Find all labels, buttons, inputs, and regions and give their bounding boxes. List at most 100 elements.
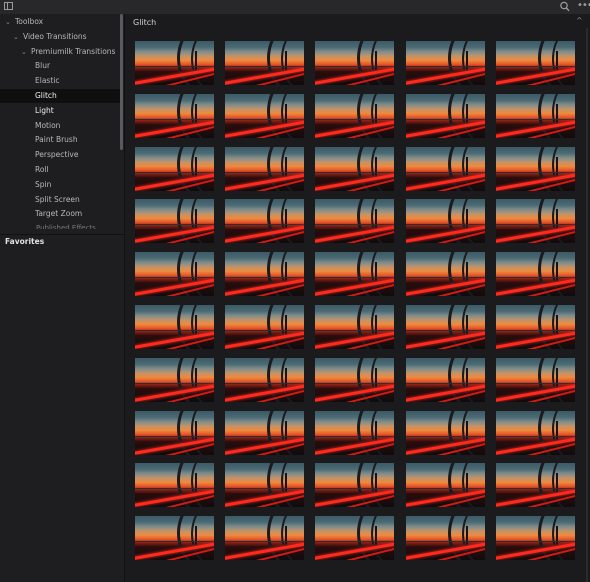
tree-item-paint-brush[interactable]: Paint Brush [0, 133, 120, 147]
tree-item-toolbox[interactable]: ⌄ Toolbox [0, 15, 120, 29]
transition-thumbnail[interactable] [135, 93, 214, 138]
transition-thumbnail[interactable] [135, 252, 214, 297]
transition-thumbnail[interactable] [225, 146, 304, 191]
thumbnail-deck [406, 66, 485, 67]
thumbnail-deck [406, 382, 485, 384]
transition-thumbnail[interactable] [406, 357, 485, 402]
transition-thumbnail[interactable] [496, 252, 575, 297]
thumbnail-deck [225, 435, 304, 437]
transition-thumbnail[interactable] [406, 463, 485, 508]
tree-item-cutoff[interactable]: Published Effects [36, 223, 96, 229]
tree-item-roll[interactable]: Roll [0, 163, 120, 177]
transition-thumbnail[interactable] [315, 41, 394, 85]
transition-thumbnail[interactable] [315, 93, 394, 138]
transition-thumbnail[interactable] [496, 410, 575, 455]
transition-thumbnail[interactable] [315, 357, 394, 402]
search-icon[interactable] [559, 0, 571, 13]
thumbnail-deck [135, 382, 214, 384]
transition-thumbnail[interactable] [225, 93, 304, 138]
transition-thumbnail[interactable] [315, 252, 394, 297]
thumbnail-deck [135, 541, 214, 543]
chevron-down-icon[interactable]: ⌄ [5, 15, 11, 29]
transition-thumbnail[interactable] [406, 41, 485, 85]
thumbnail-deck [225, 224, 304, 226]
tree-item-perspective[interactable]: Perspective [0, 148, 120, 162]
transition-thumbnail[interactable] [406, 93, 485, 138]
transition-thumbnail[interactable] [315, 305, 394, 349]
transition-thumbnail[interactable] [496, 516, 575, 561]
thumbnail-deck [135, 330, 214, 331]
tree-item-label: Glitch [35, 91, 57, 100]
transition-thumbnail[interactable] [135, 41, 214, 85]
transition-thumbnail[interactable] [496, 146, 575, 191]
chevron-down-icon[interactable]: ⌄ [21, 45, 27, 59]
thumbnail-deck [135, 488, 214, 490]
transition-thumbnail[interactable] [225, 516, 304, 561]
thumbnail-deck [406, 435, 485, 437]
tree-item-premiumilk-transitions[interactable]: ⌄ Premiumilk Transitions [0, 45, 120, 59]
tree-item-label: Perspective [35, 150, 79, 160]
transition-thumbnail[interactable] [496, 463, 575, 508]
tree-item-label: Premiumilk Transitions [31, 46, 116, 56]
tree-item-elastic[interactable]: Elastic [0, 74, 120, 88]
transition-thumbnail[interactable] [496, 41, 575, 85]
transition-thumbnail[interactable] [406, 146, 485, 191]
thumbnail-deck [496, 382, 575, 384]
transition-thumbnail[interactable] [315, 516, 394, 561]
transition-thumbnail[interactable] [406, 199, 485, 244]
transition-thumbnail[interactable] [315, 463, 394, 508]
transition-thumbnail[interactable] [315, 199, 394, 244]
transition-thumbnail[interactable] [496, 199, 575, 244]
sidebar-scrollbar[interactable] [120, 14, 123, 150]
thumbnail-deck [135, 66, 214, 67]
transition-thumbnail[interactable] [496, 305, 575, 349]
transition-thumbnail[interactable] [225, 463, 304, 508]
chevron-up-icon[interactable]: ^ [576, 16, 583, 25]
transition-thumbnail[interactable] [225, 199, 304, 244]
transition-thumbnail[interactable] [225, 252, 304, 297]
tree-item-motion[interactable]: Motion [0, 119, 120, 133]
transition-thumbnail[interactable] [315, 410, 394, 455]
tree-item-label: Light [35, 105, 54, 115]
tree-item-spin[interactable]: Spin [0, 178, 120, 192]
transition-thumbnail[interactable] [225, 305, 304, 349]
tree-item-light[interactable]: Light [0, 104, 120, 118]
thumbnail-deck [315, 224, 394, 226]
tree-item-video-transitions[interactable]: ⌄ Video Transitions [0, 30, 120, 44]
thumbnail-deck [315, 382, 394, 384]
tree-item-blur[interactable]: Blur [0, 59, 120, 73]
tree-item-label: Video Transitions [23, 31, 87, 41]
transition-thumbnail[interactable] [135, 516, 214, 561]
tree-item-glitch[interactable]: Glitch [0, 89, 120, 103]
transition-thumbnail[interactable] [135, 463, 214, 508]
transition-thumbnail[interactable] [496, 357, 575, 402]
transition-thumbnail[interactable] [135, 357, 214, 402]
transition-thumbnail[interactable] [406, 516, 485, 561]
transition-thumbnail[interactable] [225, 357, 304, 402]
thumbnail-deck [496, 488, 575, 490]
thumbnail-deck [496, 541, 575, 543]
more-options-button[interactable]: ••• [577, 0, 590, 13]
transition-thumbnail[interactable] [135, 305, 214, 349]
thumbnail-deck [135, 277, 214, 279]
chevron-down-icon[interactable]: ⌄ [13, 30, 19, 44]
transition-thumbnail[interactable] [406, 252, 485, 297]
panel-toggle-icon[interactable] [4, 2, 13, 10]
tree-item-target-zoom[interactable]: Target Zoom [0, 207, 120, 221]
transition-thumbnail[interactable] [135, 146, 214, 191]
transition-thumbnail[interactable] [406, 410, 485, 455]
transition-thumbnail[interactable] [135, 410, 214, 455]
transition-thumbnail[interactable] [225, 410, 304, 455]
main-scrollbar[interactable] [586, 28, 588, 582]
thumbnail-deck [406, 541, 485, 543]
thumbnail-deck [225, 488, 304, 490]
tree-item-split-screen[interactable]: Split Screen [0, 193, 120, 207]
thumbnail-deck [225, 171, 304, 173]
transition-thumbnail[interactable] [406, 305, 485, 349]
transition-thumbnail[interactable] [315, 146, 394, 191]
transition-thumbnail[interactable] [496, 93, 575, 138]
thumbnail-deck [496, 277, 575, 279]
transition-thumbnail[interactable] [135, 199, 214, 244]
thumbnail-deck [225, 277, 304, 279]
transition-thumbnail[interactable] [225, 41, 304, 85]
